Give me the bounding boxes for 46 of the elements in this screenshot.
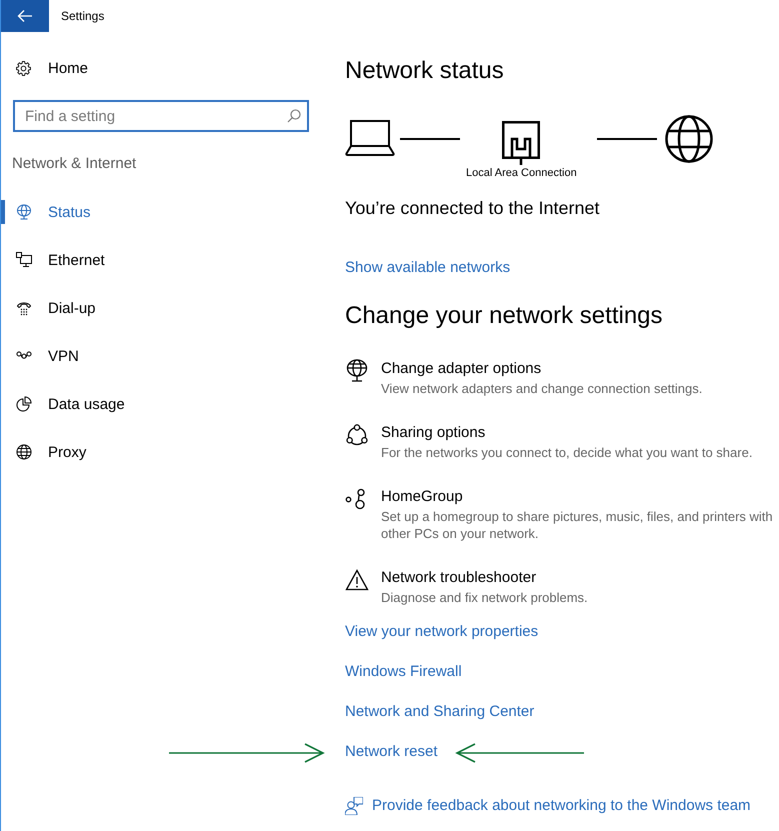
nav-item[interactable]: Proxy <box>1 428 320 476</box>
back-arrow-icon <box>17 8 33 24</box>
ethernet-port-icon <box>502 121 540 165</box>
settings-link[interactable]: View your network properties <box>345 622 538 642</box>
monitor-icon <box>16 252 32 268</box>
section-heading: Network status <box>345 56 504 86</box>
home-nav-item[interactable]: Home <box>1 48 320 88</box>
search-icon <box>287 109 301 123</box>
gear-icon <box>16 60 31 76</box>
back-button[interactable] <box>1 0 49 32</box>
settings-link[interactable]: Network and Sharing Center <box>345 702 534 722</box>
nav-item[interactable]: Data usage <box>1 380 320 428</box>
nav-item[interactable]: Status <box>1 188 320 236</box>
circle-nodes-icon <box>345 423 369 447</box>
section-heading: Change your network settings <box>345 301 663 331</box>
option-title[interactable]: HomeGroup <box>381 487 463 507</box>
connection-label: Local Area Connection <box>466 166 577 180</box>
nav-item[interactable]: Dial-up <box>1 284 320 332</box>
option-description: For the networks you connect to, decide what you want to share. <box>381 444 752 461</box>
option-description: View network adapters and change connection settings. <box>381 380 702 397</box>
globe-icon <box>16 444 32 460</box>
window-title: Settings <box>61 8 104 24</box>
pie-chart-icon <box>16 396 32 412</box>
globe-stand-icon <box>16 204 32 220</box>
show-networks-link[interactable]: Show available networks <box>345 259 510 276</box>
globe-stand-icon <box>345 359 369 383</box>
feedback-link[interactable]: Provide feedback about networking to the Windows team <box>345 796 751 816</box>
option-title[interactable]: Sharing options <box>381 423 486 443</box>
search-field[interactable]: Find a setting <box>13 100 309 132</box>
nav-item[interactable]: Ethernet <box>1 236 320 284</box>
phone-keypad-icon <box>16 300 32 316</box>
connector-line <box>596 138 657 140</box>
globe-icon <box>664 115 713 163</box>
option-description: Set up a homegroup to share pictures, music, files, and printers with other PCs on your network. <box>381 508 774 542</box>
option-description: Diagnose and fix network problems. <box>381 589 588 606</box>
settings-link[interactable]: Windows Firewall <box>345 662 462 682</box>
laptop-icon <box>345 120 395 156</box>
connection-status-text: You’re connected to the Internet <box>345 198 600 218</box>
option-title[interactable]: Change adapter options <box>381 359 542 379</box>
settings-link[interactable]: Network reset <box>345 742 438 762</box>
connector-line <box>400 138 460 140</box>
warning-icon <box>345 568 369 592</box>
feedback-person-icon <box>345 797 363 815</box>
section-title: Network & Internet <box>12 154 136 174</box>
nav-item[interactable]: VPN <box>1 332 320 380</box>
option-title[interactable]: Network troubleshooter <box>381 568 536 588</box>
